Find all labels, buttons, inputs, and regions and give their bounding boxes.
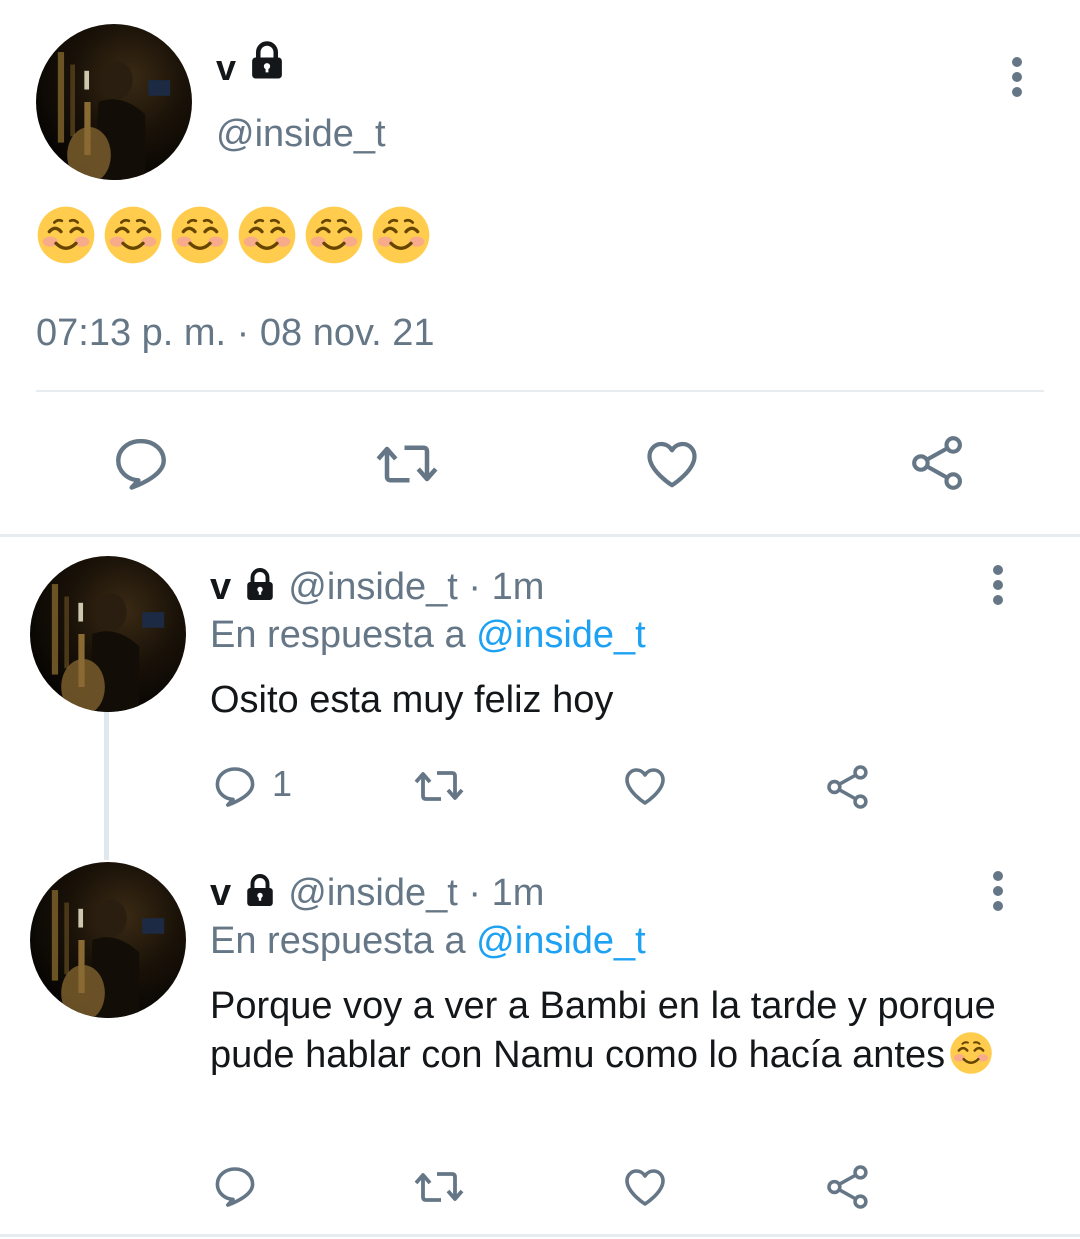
- mention-link[interactable]: @inside_t: [476, 920, 646, 962]
- reply-icon[interactable]: [211, 762, 259, 810]
- smiling-face-emoji: [304, 205, 364, 265]
- smiling-face-emoji: [949, 1031, 993, 1075]
- like-icon[interactable]: [642, 434, 702, 494]
- reply-header: v @inside_t · 1m: [210, 565, 544, 609]
- like-icon[interactable]: [620, 1163, 670, 1211]
- handle[interactable]: @inside_t: [288, 566, 458, 608]
- smiling-face-emoji: [237, 205, 297, 265]
- more-options-icon[interactable]: [992, 565, 1004, 610]
- time[interactable]: · 1m: [468, 566, 544, 608]
- share-icon[interactable]: [824, 762, 874, 812]
- time[interactable]: · 1m: [468, 872, 544, 914]
- reply-context: En respuesta a @inside_t: [210, 614, 646, 656]
- like-icon[interactable]: [620, 762, 670, 810]
- tweet-text: Osito esta muy feliz hoy: [210, 679, 614, 721]
- lock-icon: [242, 873, 278, 909]
- more-options-icon[interactable]: [1011, 57, 1023, 102]
- share-icon[interactable]: [824, 1162, 874, 1212]
- tweet-text: Porque voy a ver a Bambi en la tarde y p…: [210, 985, 996, 1076]
- smiling-face-emoji: [371, 205, 431, 265]
- display-name[interactable]: v: [210, 872, 231, 914]
- handle[interactable]: @inside_t: [288, 872, 458, 914]
- lock-icon: [246, 40, 288, 82]
- thread-line: [104, 712, 109, 860]
- handle[interactable]: @inside_t: [216, 112, 386, 156]
- reply-icon[interactable]: [110, 432, 172, 494]
- display-name[interactable]: v: [216, 48, 236, 88]
- smiling-face-emoji: [36, 205, 96, 265]
- avatar[interactable]: [36, 24, 192, 180]
- more-options-icon[interactable]: [992, 871, 1004, 916]
- retweet-icon[interactable]: [412, 762, 466, 810]
- timestamp[interactable]: 07:13 p. m. · 08 nov. 21: [36, 310, 435, 356]
- section-divider: [0, 1234, 1080, 1237]
- reply-count: 1: [272, 763, 293, 804]
- smiling-face-emoji: [103, 205, 163, 265]
- mention-link[interactable]: @inside_t: [476, 614, 646, 656]
- retweet-icon[interactable]: [412, 1163, 466, 1211]
- display-name[interactable]: v: [210, 566, 231, 608]
- tweet-content: [36, 205, 438, 269]
- share-icon[interactable]: [908, 432, 970, 494]
- reply-header: v @inside_t · 1m: [210, 871, 544, 915]
- reply-icon[interactable]: [211, 1162, 259, 1210]
- divider: [36, 390, 1044, 392]
- avatar[interactable]: [30, 862, 186, 1018]
- lock-icon: [242, 567, 278, 603]
- retweet-icon[interactable]: [374, 434, 440, 494]
- avatar[interactable]: [30, 556, 186, 712]
- smiling-face-emoji: [170, 205, 230, 265]
- reply-context: En respuesta a @inside_t: [210, 920, 646, 962]
- section-divider: [0, 534, 1080, 537]
